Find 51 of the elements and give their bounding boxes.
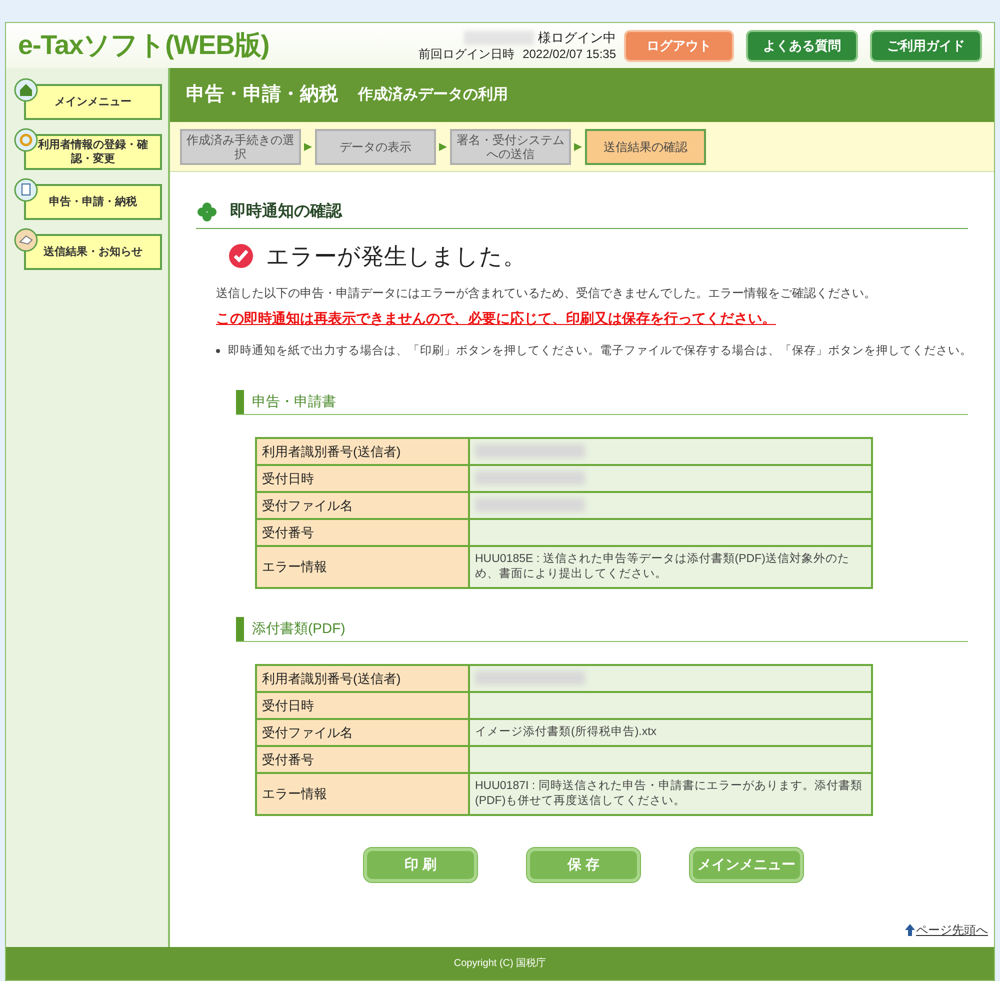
step: データの表示 bbox=[315, 128, 436, 164]
table-label: エラー情報 bbox=[256, 546, 469, 588]
table-label: 利用者識別番号(送信者) bbox=[256, 664, 469, 692]
logo: e-Taxソフト(WEB版) bbox=[18, 29, 270, 62]
login-status: 様ログイン中 bbox=[538, 30, 616, 46]
section-title: 即時通知の確認 bbox=[230, 201, 342, 222]
table-label: 受付番号 bbox=[256, 518, 469, 546]
page-subtitle: 作成済みデータの利用 bbox=[358, 84, 508, 105]
step-arrow-icon bbox=[303, 142, 313, 152]
table-heading: 申告・申請書 bbox=[252, 392, 336, 412]
table-cell: HUU0187I : 同時送信された申告・申請書にエラーがあります。添付書類(PDF)も併せて再度送信してください。 bbox=[469, 772, 872, 815]
table-heading: 添付書類(PDF) bbox=[252, 619, 346, 638]
check-icon bbox=[228, 243, 254, 270]
table-cell: HUU0185E : 送信された申告等データは添付書類(PDF)送信対象外のため、書面により提出してください。 bbox=[469, 546, 872, 588]
clover-icon bbox=[196, 201, 218, 223]
table-label: 受付ファイル名 bbox=[256, 718, 469, 746]
page-top-link[interactable]: ページ先頭へ bbox=[916, 921, 988, 939]
header-button[interactable]: ログアウト bbox=[624, 30, 734, 62]
status-heading: エラーが発生しました。 bbox=[266, 242, 526, 271]
step-arrow-icon bbox=[438, 142, 448, 152]
table-label: 受付日時 bbox=[256, 464, 469, 492]
table-heading-bar bbox=[236, 390, 244, 414]
step-arrow-icon bbox=[573, 142, 583, 152]
up-arrow-icon bbox=[904, 924, 916, 936]
last-login-value: 2022/02/07 15:35 bbox=[522, 46, 616, 62]
page-title: 申告・申請・納税 bbox=[186, 82, 338, 107]
last-login-label: 前回ログイン日時 bbox=[418, 46, 515, 62]
step: 送信結果の確認 bbox=[585, 128, 706, 164]
table-label: 受付日時 bbox=[256, 692, 469, 719]
message: 送信した以下の申告・申請データにはエラーが含まれているため、受信できませんでした。エラー情報をご確認ください。 bbox=[216, 284, 877, 302]
sidebar-item[interactable]: 送信結果・お知らせ bbox=[24, 234, 162, 270]
action-button[interactable]: 印 刷 bbox=[364, 848, 477, 882]
copyright: Copyright (C) 国税庁 bbox=[454, 956, 546, 971]
header-button[interactable]: ご利用ガイド bbox=[870, 30, 982, 62]
step: 署名・受付システムへの送信 bbox=[450, 128, 571, 164]
table-label: 利用者識別番号(送信者) bbox=[256, 438, 469, 465]
bullet-text: 即時通知を紙で出力する場合は、「印刷」ボタンを押してください。電子ファイルで保存する場合は、「保存」ボタンを押してください。 bbox=[228, 344, 972, 358]
table-label: 受付ファイル名 bbox=[256, 492, 469, 519]
sidebar-item[interactable]: 申告・申請・納税 bbox=[24, 184, 162, 220]
warning: この即時通知は再表示できませんので、必要に応じて、印刷又は保存を行ってください。 bbox=[216, 308, 777, 328]
table-label: エラー情報 bbox=[256, 772, 469, 815]
header-button[interactable]: よくある質問 bbox=[746, 30, 858, 62]
table-label: 受付番号 bbox=[256, 746, 469, 773]
table-cell: イメージ添付書類(所得税申告).xtx bbox=[469, 718, 872, 746]
sidebar-item[interactable]: メインメニュー bbox=[24, 84, 162, 120]
step: 作成済み手続きの選択 bbox=[180, 128, 301, 164]
action-button[interactable]: メインメニュー bbox=[690, 848, 803, 882]
sidebar-item[interactable]: 利用者情報の登録・確認・変更 bbox=[24, 134, 162, 170]
table-heading-bar bbox=[236, 616, 244, 641]
action-button[interactable]: 保 存 bbox=[527, 848, 640, 882]
bullet-icon bbox=[216, 348, 220, 352]
